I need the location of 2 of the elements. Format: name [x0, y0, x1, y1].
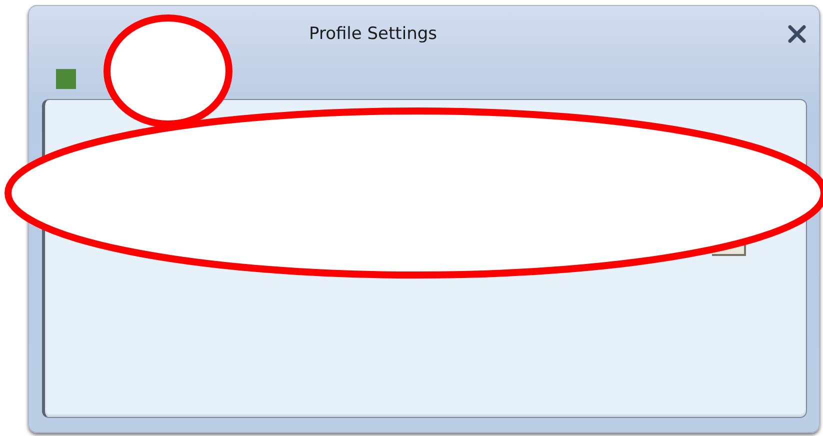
close-icon[interactable]	[787, 24, 807, 44]
window-title: Profile Settings	[309, 24, 437, 44]
